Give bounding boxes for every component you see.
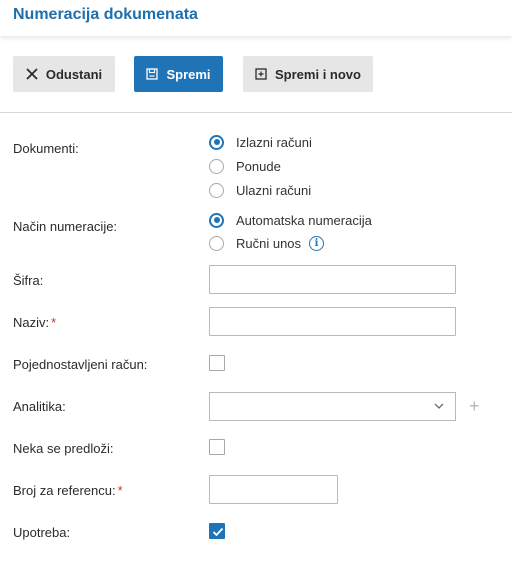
page-title: Numeracija dokumenata — [13, 6, 198, 23]
simplified-invoice-checkbox[interactable] — [209, 355, 225, 371]
close-icon — [26, 68, 38, 80]
code-input[interactable] — [209, 265, 456, 294]
radio-label: Automatska numeracija — [236, 212, 372, 228]
usage-label: Upotreba: — [13, 525, 71, 540]
radio-label: Ponude — [236, 158, 281, 174]
chevron-down-icon — [434, 403, 444, 409]
analytics-select[interactable] — [209, 392, 456, 421]
do-not-suggest-checkbox[interactable] — [209, 439, 225, 455]
radio-button[interactable] — [209, 158, 224, 174]
analytics-label: Analitika: — [13, 399, 66, 414]
required-marker: * — [117, 483, 123, 498]
radio-button[interactable] — [209, 134, 224, 150]
reference-number-label-text: Broj za referencu: — [13, 483, 116, 498]
save-and-new-button[interactable]: Spremi i novo — [243, 56, 373, 92]
code-label: Šifra: — [13, 273, 44, 288]
toolbar-divider — [0, 112, 512, 113]
usage-checkbox[interactable] — [209, 523, 225, 539]
radio-quotes[interactable]: Ponude — [209, 157, 281, 175]
radio-label: Izlazni računi — [236, 134, 312, 150]
reference-number-label: Broj za referencu: * — [13, 483, 123, 498]
do-not-suggest-label: Neka se predloži: — [13, 441, 114, 456]
name-input[interactable] — [209, 307, 456, 336]
required-marker: * — [51, 315, 57, 330]
check-icon — [212, 527, 224, 537]
documents-label: Dokumenti: — [13, 141, 79, 156]
name-label-text: Naziv: — [13, 315, 50, 330]
save-icon — [146, 68, 159, 80]
radio-label: Ručni unos — [236, 235, 302, 251]
save-and-new-button-label: Spremi i novo — [275, 66, 361, 82]
cancel-button[interactable]: Odustani — [13, 56, 115, 92]
save-button[interactable]: Spremi — [134, 56, 223, 92]
page-header: Numeracija dokumenata — [0, 0, 512, 36]
radio-button[interactable] — [209, 182, 224, 198]
radio-incoming-invoices[interactable]: Ulazni računi — [209, 181, 311, 199]
radio-outgoing-invoices[interactable]: Izlazni računi — [209, 133, 312, 151]
radio-manual-entry[interactable]: Ručni unos i — [209, 234, 325, 252]
save-new-icon — [255, 68, 267, 80]
info-icon[interactable]: i — [309, 235, 325, 251]
reference-number-input[interactable] — [209, 475, 338, 504]
add-analytics-icon[interactable]: + — [469, 397, 480, 415]
radio-button[interactable] — [209, 212, 224, 228]
numbering-method-label: Način numeracije: — [13, 219, 118, 234]
radio-automatic-numbering[interactable]: Automatska numeracija — [209, 211, 372, 229]
save-button-label: Spremi — [166, 66, 211, 82]
radio-label: Ulazni računi — [236, 182, 312, 198]
cancel-button-label: Odustani — [45, 66, 103, 82]
simplified-invoice-label: Pojednostavljeni račun: — [13, 357, 148, 372]
name-label: Naziv: * — [13, 315, 56, 330]
radio-button[interactable] — [209, 235, 224, 251]
